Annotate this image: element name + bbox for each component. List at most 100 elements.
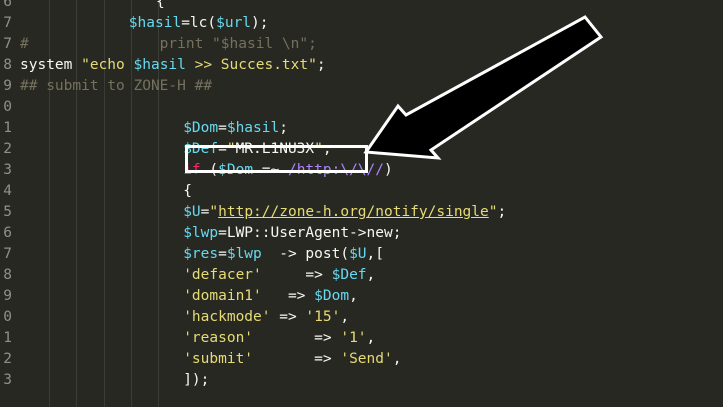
line-number: 0: [3, 99, 12, 115]
code-token: ;: [316, 57, 326, 73]
code-line[interactable]: 1 $Dom=$hasil;: [0, 118, 723, 139]
line-number: 9: [3, 288, 12, 304]
code-token: '1': [340, 330, 367, 346]
code-text: 'hackmode' => '15',: [183, 307, 349, 328]
code-token: =>: [270, 309, 306, 325]
code-line[interactable]: 6 $lwp=LWP::UserAgent->new;: [0, 223, 723, 244]
code-token: ,[: [366, 246, 385, 262]
code-editor[interactable]: 6{7 $hasil=lc($url); 7 # print "$hasil \n";…: [0, 0, 723, 407]
code-token: 'domain1': [183, 288, 262, 304]
code-text: 'domain1' => $Dom,: [183, 286, 358, 307]
code-token: $U: [183, 204, 201, 220]
code-line[interactable]: 9 ## submit to ZONE-H ##: [0, 76, 723, 97]
line-number: 9: [3, 78, 12, 94]
code-text: 'reason' => '1',: [183, 328, 375, 349]
line-number: 1: [3, 330, 12, 346]
code-line[interactable]: 0: [0, 97, 723, 118]
code-token: ): [384, 162, 393, 178]
code-token: $Def: [331, 267, 367, 283]
code-token: $url: [216, 15, 252, 31]
code-text: $U="http://zone-h.org/notify/single";: [183, 202, 506, 223]
code-text: {: [183, 181, 192, 202]
code-token: ## submit to ZONE-H ##: [20, 78, 213, 94]
code-token: $lwp: [226, 246, 262, 262]
code-token: ]);: [183, 372, 210, 388]
code-token: ,: [340, 309, 350, 325]
code-token: =lc(: [181, 15, 217, 31]
code-token: =>: [261, 267, 332, 283]
code-line[interactable]: 3]);: [0, 370, 723, 391]
line-number: 2: [3, 351, 12, 367]
code-token: $Dom: [314, 288, 350, 304]
highlight-annotation-box: [185, 145, 368, 173]
line-number: 5: [3, 204, 12, 220]
code-token: ,: [349, 288, 358, 304]
code-token: );: [251, 15, 269, 31]
code-token: "echo: [81, 57, 134, 73]
code-token: -> post(: [261, 246, 350, 262]
code-line[interactable]: 7 $res=$lwp -> post($U,[: [0, 244, 723, 265]
code-token: http://zone-h.org/notify/single: [218, 204, 489, 220]
code-line[interactable]: 6{: [0, 0, 723, 13]
code-token: >> Succes.txt": [185, 57, 317, 73]
code-text: $hasil=lc($url);: [129, 13, 269, 34]
code-line[interactable]: 8 'defacer' => $Def,: [0, 265, 723, 286]
code-token: $lwp: [183, 225, 219, 241]
line-number: 1: [3, 120, 12, 136]
code-token: 'hackmode': [183, 309, 271, 325]
code-token: system: [20, 57, 82, 73]
code-line[interactable]: 1 'reason' => '1',: [0, 328, 723, 349]
code-token: $U: [349, 246, 367, 262]
code-line[interactable]: 0 'hackmode' => '15',: [0, 307, 723, 328]
line-number: 6: [3, 0, 12, 10]
code-token: =: [218, 246, 227, 262]
code-text: 'defacer' => $Def,: [183, 265, 375, 286]
line-number: 8: [3, 57, 12, 73]
line-number: 2: [3, 141, 12, 157]
code-token: $hasil: [133, 57, 186, 73]
code-token: $Dom: [183, 120, 219, 136]
code-text: system "echo $hasil >> Succes.txt";: [20, 55, 326, 76]
line-number: 7: [3, 15, 12, 31]
code-token: $res: [183, 246, 219, 262]
code-token: =LWP::UserAgent->new;: [218, 225, 402, 241]
code-line[interactable]: 4{: [0, 181, 723, 202]
code-text: # print "$hasil \n";: [20, 34, 317, 55]
code-token: ,: [366, 267, 376, 283]
code-token: '15': [305, 309, 341, 325]
code-text: ## submit to ZONE-H ##: [20, 76, 212, 97]
code-token: ;: [497, 204, 507, 220]
code-token: $hasil: [128, 15, 182, 31]
line-number: 3: [3, 162, 12, 178]
code-line[interactable]: 8 system "echo $hasil >> Succes.txt";: [0, 55, 723, 76]
line-number: 3: [3, 372, 12, 388]
code-token: $hasil: [226, 120, 280, 136]
line-number: 0: [3, 309, 12, 325]
code-line[interactable]: 9 'domain1' => $Dom,: [0, 286, 723, 307]
code-text: $Dom=$hasil;: [183, 118, 288, 139]
code-token: 'submit': [183, 351, 254, 367]
line-number: 7: [3, 246, 12, 262]
line-number: 8: [3, 267, 12, 283]
code-text: $res=$lwp -> post($U,[: [183, 244, 384, 265]
code-line[interactable]: 7 # print "$hasil \n";: [0, 34, 723, 55]
code-token: 'reason': [183, 330, 254, 346]
code-token: =>: [261, 288, 315, 304]
code-token: {: [183, 183, 192, 199]
code-text: {: [156, 0, 165, 13]
code-token: ;: [279, 120, 288, 136]
code-token: ,: [392, 351, 402, 367]
code-token: # print "$hasil \n";: [20, 36, 317, 52]
code-text: 'submit' => 'Send',: [183, 349, 401, 370]
code-token: =: [218, 120, 227, 136]
code-token: ,: [366, 330, 376, 346]
code-token: {: [156, 0, 165, 10]
code-token: =>: [253, 330, 341, 346]
code-line[interactable]: 2 'submit' => 'Send',: [0, 349, 723, 370]
line-number: 7: [3, 36, 12, 52]
code-line[interactable]: 5 $U="http://zone-h.org/notify/single";: [0, 202, 723, 223]
code-token: ": [209, 204, 219, 220]
line-number: 6: [3, 225, 12, 241]
code-text: $lwp=LWP::UserAgent->new;: [183, 223, 401, 244]
code-line[interactable]: 7 $hasil=lc($url);: [0, 13, 723, 34]
